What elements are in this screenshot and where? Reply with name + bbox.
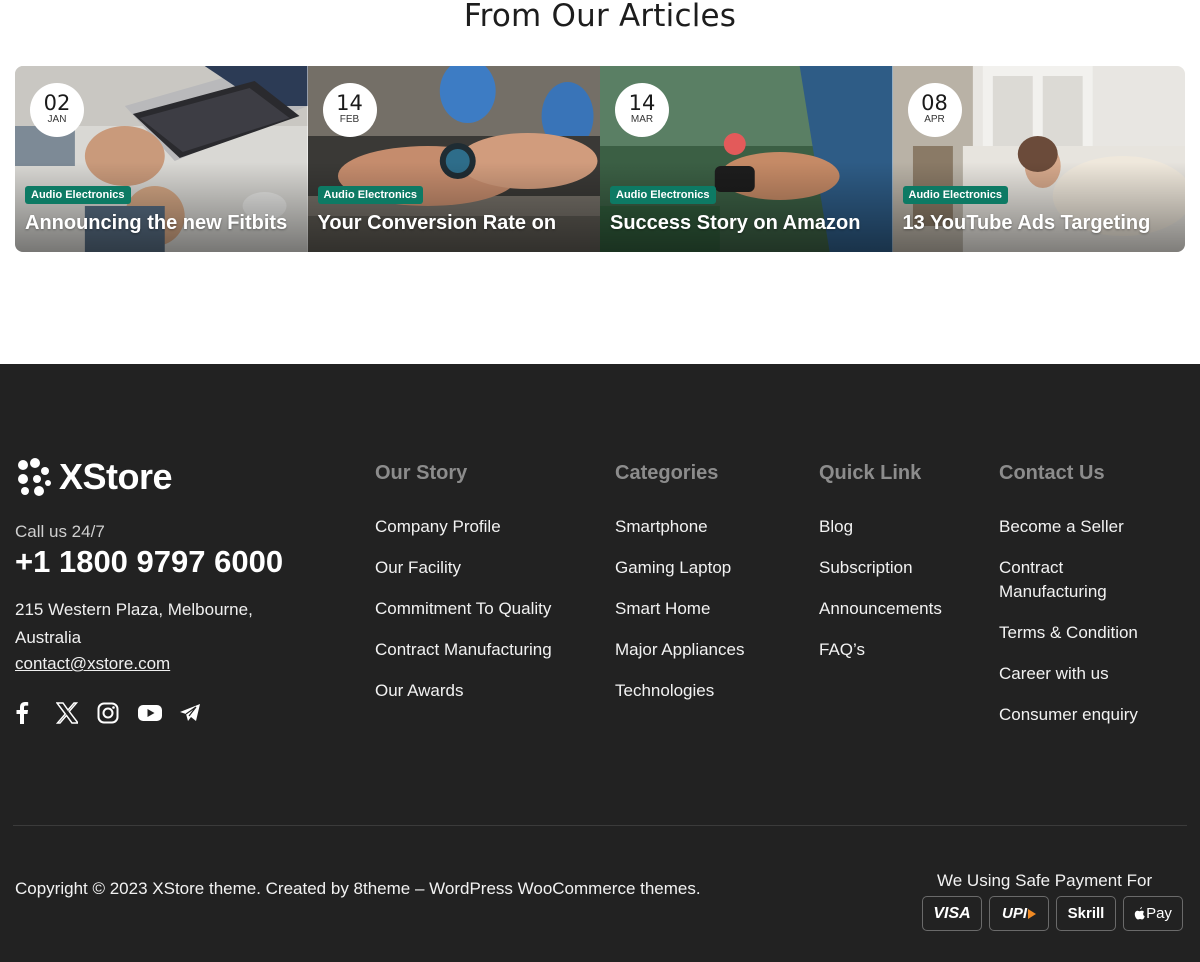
footer-link[interactable]: Smart Home xyxy=(615,597,744,621)
footer-divider xyxy=(13,825,1187,826)
article-title[interactable]: Your Conversion Rate on xyxy=(318,212,557,235)
category-tag[interactable]: Audio Electronics xyxy=(902,186,1009,204)
telegram-icon[interactable] xyxy=(179,702,220,724)
xstore-logo-icon xyxy=(18,458,51,496)
brand-name: XStore xyxy=(59,456,173,497)
articles-section: From Our Articles 02 JAN Audio Electroni… xyxy=(0,0,1200,364)
footer-link[interactable]: Major Appliances xyxy=(615,638,744,662)
payment-upi-label: UPI xyxy=(1001,905,1027,922)
date-day: 14 xyxy=(628,91,656,115)
date-day: 02 xyxy=(43,91,71,115)
category-tag[interactable]: Audio Electronics xyxy=(610,186,716,204)
column-heading: Quick Link xyxy=(819,462,922,484)
footer-link[interactable]: Smartphone xyxy=(615,515,744,539)
address: 215 Western Plaza, Melbourne, Australia xyxy=(15,600,253,647)
apple-pay-icon: Pay xyxy=(1123,896,1183,931)
article-title[interactable]: Announcing the new Fitbits xyxy=(25,212,287,235)
footer-column-categories: Categories Smartphone Gaming Laptop Smar… xyxy=(615,462,744,720)
email-link[interactable]: contact@xstore.com xyxy=(15,654,170,674)
payment-methods: VISA UPI Skrill Pay xyxy=(922,896,1183,931)
article-card[interactable]: 14 MAR Audio Electronics Success Story o… xyxy=(600,66,893,252)
brand-logo[interactable]: XStore xyxy=(15,456,173,498)
footer-column-contact-us: Contact Us Become a Seller Contract Manu… xyxy=(999,462,1139,744)
payment-label: We Using Safe Payment For xyxy=(937,871,1153,890)
skrill-icon: Skrill xyxy=(1056,896,1116,931)
article-cards: 02 JAN Audio Electronics Announcing the … xyxy=(15,66,1185,252)
payment-visa-label: VISA xyxy=(933,904,971,922)
date-month: APR xyxy=(924,114,945,125)
date-badge: 14 FEB xyxy=(322,83,377,137)
category-tag[interactable]: Audio Electronics xyxy=(25,186,131,204)
date-badge: 08 APR xyxy=(907,83,962,137)
section-title: From Our Articles xyxy=(463,0,737,34)
instagram-icon[interactable] xyxy=(97,702,138,724)
footer-link[interactable]: Terms & Condition xyxy=(999,621,1139,645)
copyright-text: Copyright © 2023 XStore theme. Created b… xyxy=(15,879,701,898)
date-day: 08 xyxy=(921,91,948,115)
youtube-icon[interactable] xyxy=(138,702,179,724)
footer-link[interactable]: Consumer enquiry xyxy=(999,703,1139,727)
facebook-icon[interactable] xyxy=(15,702,56,724)
date-badge: 02 JAN xyxy=(30,83,84,137)
date-badge: 14 MAR xyxy=(615,83,669,137)
footer-link[interactable]: Gaming Laptop xyxy=(615,556,744,580)
footer-link[interactable]: Our Awards xyxy=(375,679,552,703)
date-month: FEB xyxy=(339,114,360,125)
footer-link[interactable]: FAQ’s xyxy=(819,638,942,662)
column-heading: Our Story xyxy=(375,462,468,484)
payment-applepay-label: Pay xyxy=(1146,905,1172,922)
article-card[interactable]: 14 FEB Audio Electronics Your Conversion… xyxy=(307,66,600,252)
footer-column-quick-link: Quick Link Blog Subscription Announcemen… xyxy=(819,462,942,679)
x-icon[interactable] xyxy=(56,702,97,724)
footer-link[interactable]: Blog xyxy=(819,515,942,539)
footer-link[interactable]: Announcements xyxy=(819,597,942,621)
footer-link[interactable]: Company Profile xyxy=(375,515,552,539)
footer-link[interactable]: Career with us xyxy=(999,662,1139,686)
call-label: Call us 24/7 xyxy=(15,522,105,541)
footer-column-our-story: Our Story Company Profile Our Facility C… xyxy=(375,462,552,720)
footer-link[interactable]: Our Facility xyxy=(375,556,552,580)
article-card[interactable]: 02 JAN Audio Electronics Announcing the … xyxy=(15,66,308,252)
date-day: 14 xyxy=(336,91,363,115)
column-heading: Contact Us xyxy=(999,462,1105,484)
payment-skrill-label: Skrill xyxy=(1067,905,1105,922)
site-footer: XStore Call us 24/7 +1 1800 9797 6000 21… xyxy=(0,364,1200,962)
social-links xyxy=(15,702,220,724)
footer-link[interactable]: Commitment To Quality xyxy=(375,597,552,621)
footer-link[interactable]: Contract Manufacturing xyxy=(999,556,1139,604)
footer-link[interactable]: Technologies xyxy=(615,679,744,703)
footer-link[interactable]: Subscription xyxy=(819,556,942,580)
footer-link[interactable]: Become a Seller xyxy=(999,515,1139,539)
upi-icon: UPI xyxy=(989,896,1049,931)
category-tag[interactable]: Audio Electronics xyxy=(317,186,424,204)
footer-link[interactable]: Contract Manufacturing xyxy=(375,638,552,662)
article-title[interactable]: Success Story on Amazon xyxy=(610,212,860,235)
date-month: JAN xyxy=(47,114,67,125)
article-card[interactable]: 08 APR Audio Electronics 13 YouTube Ads … xyxy=(892,66,1185,252)
column-heading: Categories xyxy=(615,462,719,484)
article-title[interactable]: 13 YouTube Ads Targeting xyxy=(903,212,1151,235)
visa-icon: VISA xyxy=(922,896,982,931)
date-month: MAR xyxy=(630,114,654,125)
phone-number[interactable]: +1 1800 9797 6000 xyxy=(15,544,283,580)
